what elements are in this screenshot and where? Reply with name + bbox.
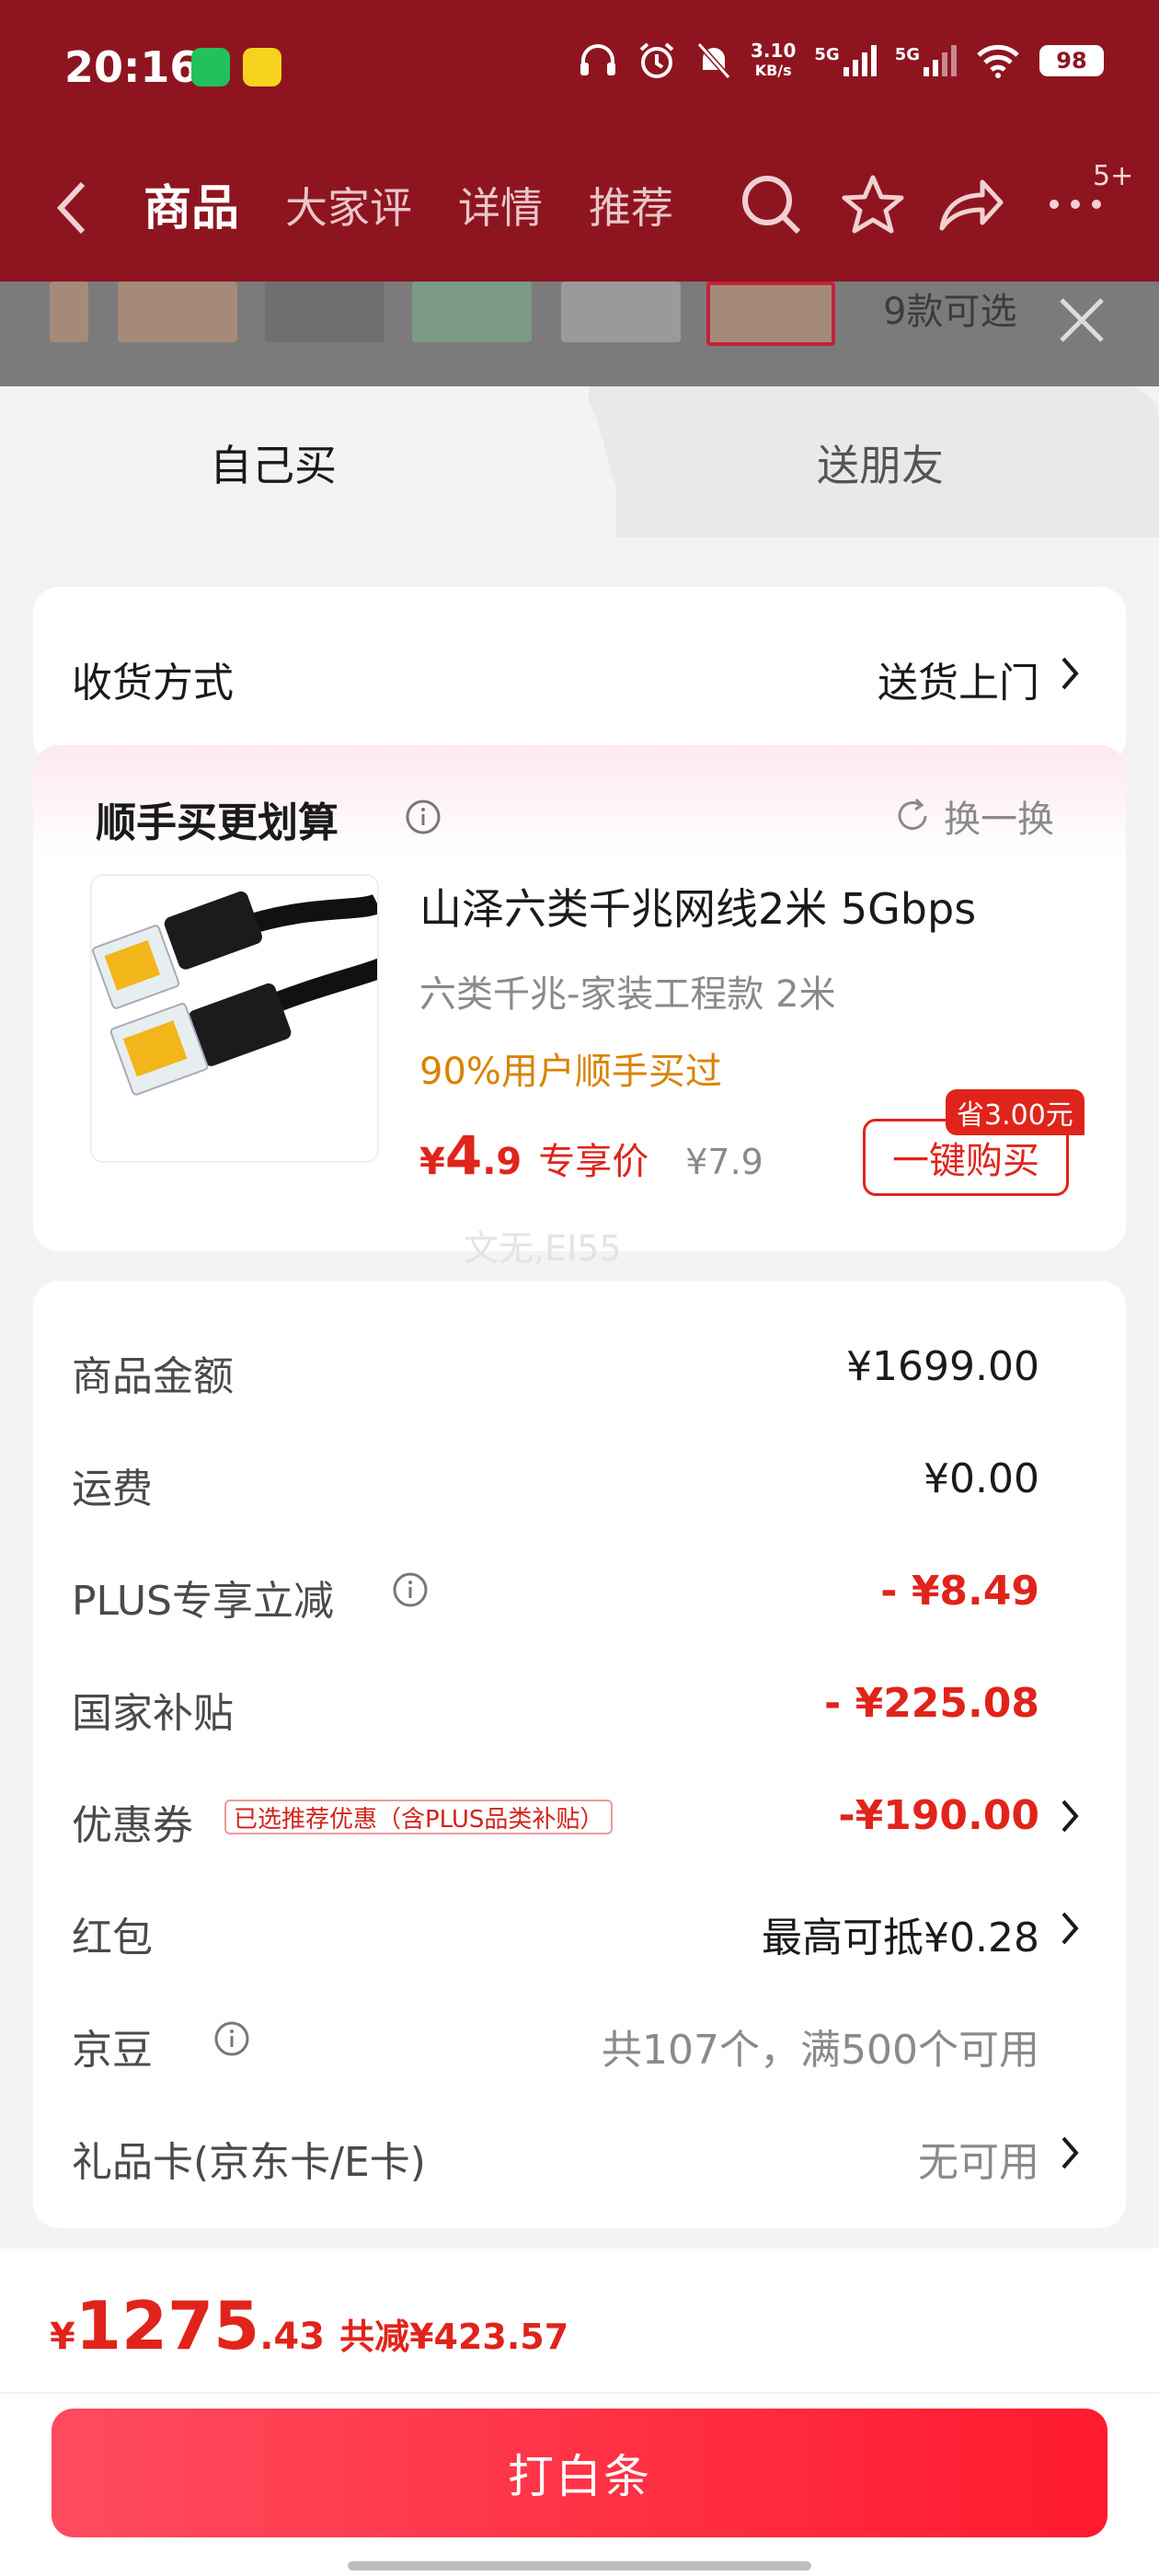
subsidy-value: - ¥225.08 [824,1680,1039,1727]
status-time: 20:16 [64,42,200,92]
addon-title: 顺手买更划算 [96,799,339,846]
shipping-row: 运费 ¥0.00 [33,1430,1126,1522]
shipping-value: ¥0.00 [924,1455,1039,1502]
more-badge: 5+ [1093,160,1134,192]
mute-bell-icon [696,42,731,79]
checkout-footer: ¥ 1275 .43 共减¥423.57 打白条 [0,2248,1159,2576]
signal-sim1: 5G [814,45,877,76]
gift-card-label: 礼品卡(京东卡/E卡) [72,2139,426,2186]
plus-discount-value: - ¥8.49 [880,1568,1039,1615]
more-icon[interactable] [1047,197,1104,212]
goods-amount-value: ¥1699.00 [846,1343,1039,1390]
coupon-tag: 已选推荐优惠（含PLUS品类补贴） [224,1800,614,1834]
wechat-icon [191,48,230,86]
national-subsidy-row: 国家补贴 - ¥225.08 [33,1654,1126,1746]
search-icon[interactable] [740,173,804,237]
price-decimal: .9 [482,1141,522,1183]
price-integer: 4 [444,1124,483,1187]
red-packet-label: 红包 [72,1915,153,1961]
tab-reviews[interactable]: 大家评 [285,175,412,236]
jingdou-row: 京豆 共107个，满500个可用 [33,1991,1126,2083]
save-badge: 省3.00元 [946,1089,1084,1135]
original-price: ¥7.9 [685,1142,763,1182]
share-icon[interactable] [938,173,1004,237]
total-price: ¥ 1275 .43 共减¥423.57 [50,2287,568,2364]
price-symbol: ¥ [419,1141,445,1183]
tab-buy-self-label: 自己买 [210,441,337,490]
chevron-right-icon [1061,657,1079,690]
status-icons: 3.10 KB/s 5G 5G 98 [578,40,1104,81]
delivery-value: 送货上门 [878,660,1039,707]
total-saved: 共减¥423.57 [339,2317,569,2357]
plus-discount-row: PLUS专享立减 - ¥8.49 [33,1542,1126,1634]
gift-card-row[interactable]: 礼品卡(京东卡/E卡) 无可用 [33,2103,1126,2195]
wifi-icon [977,44,1019,78]
addon-product-rate: 90%用户顺手买过 [419,1051,722,1093]
red-packet-row[interactable]: 红包 最高可抵¥0.28 [33,1879,1126,1971]
variant-thumb [50,282,88,342]
jingdou-value: 共107个，满500个可用 [602,2027,1039,2074]
chevron-right-icon [1061,2136,1079,2169]
jingdou-label: 京豆 [72,2027,153,2074]
info-icon[interactable] [405,799,442,835]
coupon-value: -¥190.00 [838,1792,1039,1839]
addon-product-spec: 六类千兆-家装工程款 2米 [419,973,836,1016]
battery-indicator: 98 [1039,45,1104,76]
tab-goods[interactable]: 商品 [143,169,239,238]
variant-thumb [412,282,532,342]
variant-thumb-selected [706,282,835,346]
addon-product-name[interactable]: 山泽六类千兆网线2米 5Gbps [419,876,976,937]
footer-divider [0,2392,1159,2394]
addon-price: ¥ 4 .9 专享价 ¥7.9 [419,1124,763,1187]
variant-thumb [118,282,237,342]
pay-baitiao-button[interactable]: 打白条 [52,2409,1107,2537]
chevron-right-icon [1061,1912,1079,1945]
total-symbol: ¥ [50,2316,75,2358]
chevron-right-icon [1061,1800,1079,1833]
info-icon[interactable] [392,1571,429,1608]
headphones-icon [580,44,616,75]
network-speed: 3.10 KB/s [751,40,797,79]
coupon-row[interactable]: 优惠券 已选推荐优惠（含PLUS品类补贴） -¥190.00 [33,1766,1126,1858]
variant-strip: 9款可选 [0,282,1159,386]
status-bar: 20:16 3.10 KB/s 5G 5G 98 [0,0,1159,138]
red-packet-value: 最高可抵¥0.28 [762,1915,1039,1961]
addon-product-image[interactable] [90,874,379,1163]
tab-details[interactable]: 详情 [458,175,543,236]
price-tag: 专享价 [538,1141,649,1183]
goods-amount-row: 商品金额 ¥1699.00 [33,1317,1126,1409]
product-header: 20:16 3.10 KB/s 5G 5G 98 商品 大家评 详情 推荐 5+ [0,0,1159,282]
shipping-label: 运费 [72,1466,153,1512]
delivery-method-row[interactable]: 收货方式 送货上门 [33,587,1126,764]
alarm-icon [639,42,674,78]
info-icon[interactable] [213,2020,250,2057]
price-summary-card: 商品金额 ¥1699.00 运费 ¥0.00 PLUS专享立减 - ¥8.49 … [33,1281,1126,2228]
home-indicator [348,2561,811,2570]
gift-card-value: 无可用 [918,2139,1039,2186]
signal-sim2: 5G [895,45,957,76]
refresh-button[interactable]: 换一换 [892,789,1054,843]
music-app-icon [243,48,281,86]
back-arrow-icon[interactable] [53,178,90,237]
subsidy-label: 国家补贴 [72,1690,234,1737]
product-nav: 商品 大家评 详情 推荐 5+ [0,160,1159,248]
goods-amount-label: 商品金额 [72,1353,234,1400]
ethernet-cable-icon [92,891,377,1096]
tab-recommend[interactable]: 推荐 [589,175,673,236]
watermark: 文无,EI55 [464,1228,622,1269]
delivery-label: 收货方式 [72,660,234,707]
star-icon[interactable] [841,173,905,237]
variant-count: 9款可选 [883,291,1017,333]
variant-thumb [561,282,681,342]
tab-send-friend-label: 送朋友 [817,441,944,490]
plus-discount-label: PLUS专享立减 [72,1578,334,1625]
refresh-icon [898,798,927,830]
close-icon[interactable] [1056,294,1107,346]
coupon-label: 优惠券 [72,1802,193,1849]
total-integer: 1275 [75,2287,260,2364]
total-decimal: .43 [259,2316,326,2358]
variant-thumb [265,282,384,342]
